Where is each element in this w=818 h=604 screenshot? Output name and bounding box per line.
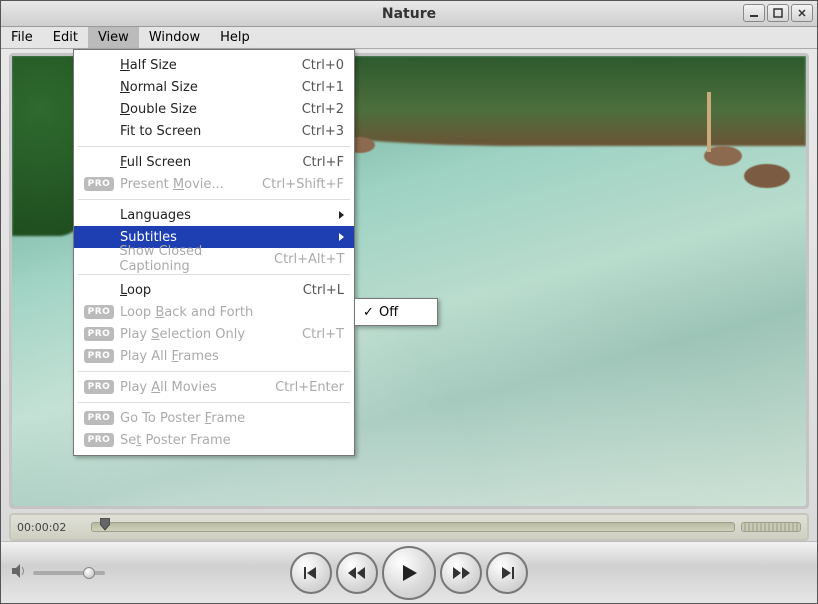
skip-end-button[interactable] [486,552,528,594]
subtitles-option-label: Off [379,305,398,320]
close-button[interactable] [791,4,813,22]
pro-badge: PRO [84,305,114,319]
timecode: 00:00:02 [17,521,91,534]
skip-start-icon [302,564,320,582]
window-title: Nature [1,6,817,22]
menu-item-label: Loop [120,283,274,298]
menu-item-label: Languages [120,208,339,223]
speaker-icon[interactable] [11,563,27,583]
seek-track[interactable] [91,522,735,532]
menu-item-label: Subtitles [120,230,339,245]
menu-separator [78,199,350,200]
fast-forward-icon [451,564,471,582]
submenu-arrow-icon [339,211,344,219]
menu-separator [78,274,350,275]
maximize-button[interactable] [767,4,789,22]
menu-item-play-all-movies: PRO Play All MoviesCtrl+Enter [74,376,354,398]
menu-item-label: Half Size [120,58,274,73]
menu-item-label: Go To Poster Frame [120,411,344,426]
menu-item-loop-back-and-forth: PRO Loop Back and Forth [74,301,354,323]
menu-item-label: Full Screen [120,155,274,170]
submenu-arrow-icon [339,233,344,241]
pro-badge: PRO [84,411,114,425]
accelerator: Ctrl+Alt+T [274,252,344,267]
timeline: 00:00:02 [9,513,809,541]
view-menu-dropdown: Half SizeCtrl+0Normal SizeCtrl+1Double S… [73,49,355,456]
maximize-icon [773,8,783,18]
menu-help[interactable]: Help [210,27,260,48]
menu-item-normal-size[interactable]: Normal SizeCtrl+1 [74,76,354,98]
menu-file[interactable]: File [1,27,43,48]
menu-item-label: Set Poster Frame [120,433,344,448]
accelerator: Ctrl+1 [274,80,344,95]
accelerator: Ctrl+Shift+F [262,177,344,192]
menu-item-play-selection-only: PRO Play Selection OnlyCtrl+T [74,323,354,345]
pro-badge: PRO [84,327,114,341]
subtitles-option-off[interactable]: ✓ Off [355,301,437,323]
menu-separator [78,402,350,403]
menu-item-full-screen[interactable]: Full ScreenCtrl+F [74,151,354,173]
menu-separator [78,371,350,372]
transport-controls [121,546,697,600]
menu-item-label: Fit to Screen [120,124,274,139]
seek-handle[interactable] [100,518,110,536]
menu-item-show-closed-captioning: Show Closed CaptioningCtrl+Alt+T [74,248,354,270]
pro-badge: PRO [84,433,114,447]
seek-buffer-end [741,522,801,532]
accelerator: Ctrl+0 [274,58,344,73]
menu-item-languages[interactable]: Languages [74,204,354,226]
menu-item-label: Loop Back and Forth [120,305,344,320]
pro-badge: PRO [84,177,114,191]
accelerator: Ctrl+F [274,155,344,170]
menu-item-label: Play Selection Only [120,327,274,342]
skip-end-icon [498,564,516,582]
minimize-icon [749,8,759,18]
menu-item-label: Double Size [120,102,274,117]
skip-start-button[interactable] [290,552,332,594]
play-icon [398,562,420,584]
volume-control [11,563,121,583]
close-icon [797,8,807,18]
menu-item-go-to-poster-frame: PRO Go To Poster Frame [74,407,354,429]
menu-item-label: Show Closed Captioning [119,244,274,274]
volume-knob[interactable] [83,567,95,579]
minimize-button[interactable] [743,4,765,22]
menu-view[interactable]: View [88,27,139,48]
volume-slider[interactable] [33,571,105,575]
menu-item-set-poster-frame: PRO Set Poster Frame [74,429,354,451]
menu-item-play-all-frames: PRO Play All Frames [74,345,354,367]
accelerator: Ctrl+Enter [274,380,344,395]
menu-item-double-size[interactable]: Double SizeCtrl+2 [74,98,354,120]
pro-badge: PRO [84,349,114,363]
titlebar[interactable]: Nature [1,1,817,27]
menu-item-label: Normal Size [120,80,274,95]
menu-separator [78,146,350,147]
check-icon: ✓ [363,305,375,320]
menu-item-label: Present Movie... [120,177,262,192]
menu-edit[interactable]: Edit [43,27,88,48]
menu-item-loop[interactable]: LoopCtrl+L [74,279,354,301]
menubar: FileEditViewWindowHelp [1,27,817,49]
accelerator: Ctrl+T [274,327,344,342]
subtitles-submenu: ✓ Off [354,298,438,326]
menu-window[interactable]: Window [139,27,210,48]
play-button[interactable] [382,546,436,600]
fast-forward-button[interactable] [440,552,482,594]
accelerator: Ctrl+3 [274,124,344,139]
rewind-button[interactable] [336,552,378,594]
rewind-icon [347,564,367,582]
menu-item-label: Play All Movies [120,380,274,395]
window-buttons [743,4,813,22]
accelerator: Ctrl+2 [274,102,344,117]
pro-badge: PRO [84,380,114,394]
menu-item-label: Play All Frames [120,349,344,364]
accelerator: Ctrl+L [274,283,344,298]
menu-item-present-movie: PRO Present Movie...Ctrl+Shift+F [74,173,354,195]
menu-item-half-size[interactable]: Half SizeCtrl+0 [74,54,354,76]
menu-item-fit-to-screen[interactable]: Fit to ScreenCtrl+3 [74,120,354,142]
controls-bar [1,541,817,603]
